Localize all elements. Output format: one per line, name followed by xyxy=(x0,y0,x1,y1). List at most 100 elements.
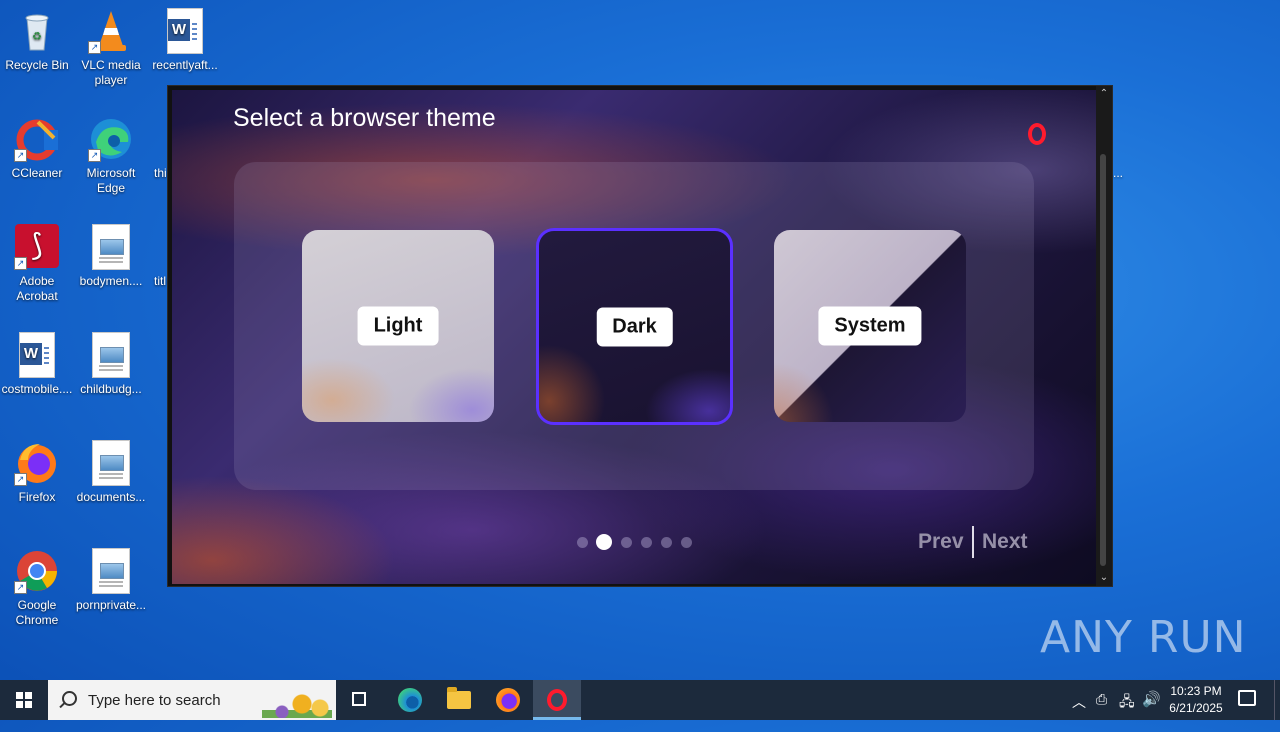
scroll-up-icon[interactable]: ⌃ xyxy=(1098,88,1110,100)
opera-logo-icon xyxy=(1028,123,1046,145)
desktop-icon-google-chrome[interactable]: ↗ Google Chrome xyxy=(1,548,73,628)
theme-option-dark[interactable]: Dark xyxy=(536,228,733,425)
pagination-dot[interactable] xyxy=(641,537,652,548)
taskbar-search-box[interactable]: Type here to search xyxy=(48,680,336,720)
desktop-icon-label: Microsoft Edge xyxy=(86,166,136,195)
desktop-icon-label: Adobe Acrobat xyxy=(16,274,58,303)
desktop-icon-label: documents... xyxy=(76,490,146,504)
windows-logo-icon xyxy=(16,692,32,708)
theme-options-panel: Light Dark System xyxy=(234,162,1034,490)
next-button[interactable]: Next xyxy=(982,530,1028,554)
pagination-dot[interactable] xyxy=(661,537,672,548)
onboarding-content: Select a browser theme Light Dark System… xyxy=(172,90,1097,584)
edge-icon xyxy=(398,688,422,712)
network-icon[interactable]: 🖧 xyxy=(1119,691,1135,731)
task-view-button[interactable] xyxy=(336,680,384,720)
desktop-icon-label: CCleaner xyxy=(11,166,63,180)
taskbar-firefox[interactable] xyxy=(484,680,532,720)
show-hidden-icons-chevron-icon[interactable]: ︿ xyxy=(1072,692,1086,732)
desktop-icon-adobe-acrobat[interactable]: ⟆ ↗ Adobe Acrobat xyxy=(1,224,73,304)
taskbar-edge[interactable] xyxy=(386,680,434,720)
scrollbar-thumb[interactable] xyxy=(1100,154,1106,566)
edge-icon: ↗ xyxy=(88,116,134,162)
desktop-icon-recycle-bin[interactable]: ♻ Recycle Bin xyxy=(1,8,73,73)
desktop-icon-label: pornprivate... xyxy=(75,598,147,612)
desktop-icon-recentlyaft[interactable]: W recentlyaft... xyxy=(149,8,221,73)
vlc-cone-icon: ↗ xyxy=(88,8,134,54)
shortcut-arrow-icon: ↗ xyxy=(88,41,101,54)
image-file-icon xyxy=(88,224,134,270)
theme-option-label: System xyxy=(818,306,922,346)
desktop-icon-ccleaner[interactable]: ↗ CCleaner xyxy=(1,116,73,181)
desktop-icon-label: Firefox xyxy=(18,490,56,504)
image-file-icon xyxy=(88,548,134,594)
taskbar-file-explorer[interactable] xyxy=(435,680,483,720)
desktop-icon-documents[interactable]: documents... xyxy=(75,440,147,505)
pagination-dot[interactable] xyxy=(577,537,588,548)
clock-date: 6/21/2025 xyxy=(1169,701,1223,715)
pagination-dot[interactable] xyxy=(621,537,632,548)
desktop-icon-bodymen[interactable]: bodymen.... xyxy=(75,224,147,289)
word-document-icon: W xyxy=(14,332,60,378)
opera-icon xyxy=(547,689,567,711)
desktop-icon-vlc[interactable]: ↗ VLC media player xyxy=(75,8,147,88)
chrome-icon: ↗ xyxy=(14,548,60,594)
adobe-acrobat-icon: ⟆ ↗ xyxy=(14,224,60,270)
task-view-icon xyxy=(352,692,366,706)
theme-option-system[interactable]: System xyxy=(774,230,966,422)
anyrun-watermark: ANY RUN xyxy=(1040,612,1247,663)
desktop-partial-label: ... xyxy=(1113,166,1124,180)
show-desktop-button[interactable] xyxy=(1274,680,1280,720)
device-icon[interactable]: ⎙ xyxy=(1096,691,1107,731)
desktop-icon-label: bodymen.... xyxy=(79,274,143,288)
desktop-icon-label: VLC media player xyxy=(81,58,141,87)
desktop-icon-costmobile[interactable]: W costmobile.... xyxy=(1,332,73,397)
theme-option-label: Dark xyxy=(596,307,673,346)
image-file-icon xyxy=(88,440,134,486)
desktop-icon-edge[interactable]: ↗ Microsoft Edge xyxy=(75,116,147,196)
desktop-icon-label: Google Chrome xyxy=(15,598,59,627)
desktop-icon-label: Recycle Bin xyxy=(5,58,69,72)
word-document-icon: W xyxy=(162,8,208,54)
taskbar-clock[interactable]: 10:23 PM 6/21/2025 xyxy=(1160,683,1232,717)
desktop-icon-childbudg[interactable]: childbudg... xyxy=(75,332,147,397)
firefox-icon: ↗ xyxy=(14,440,60,486)
shortcut-arrow-icon: ↗ xyxy=(14,149,27,162)
ccleaner-icon: ↗ xyxy=(14,116,60,162)
nav-divider xyxy=(972,526,974,558)
recycle-bin-icon: ♻ xyxy=(14,8,60,54)
desktop-icon-label: costmobile.... xyxy=(1,382,73,396)
prev-button[interactable]: Prev xyxy=(918,530,964,554)
image-file-icon xyxy=(88,332,134,378)
theme-option-label: Light xyxy=(357,306,439,346)
taskbar: Type here to search ︿ ⎙ 🖧 🔊 10:23 PM 6/2… xyxy=(0,680,1280,720)
search-highlight-decoration xyxy=(262,682,332,718)
shortcut-arrow-icon: ↗ xyxy=(88,149,101,162)
vertical-scrollbar[interactable]: ⌃ ⌄ xyxy=(1096,86,1112,586)
desktop-partial-label: titl xyxy=(154,274,166,288)
page-title: Select a browser theme xyxy=(233,104,496,132)
clock-time: 10:23 PM xyxy=(1170,684,1222,698)
notification-center-icon[interactable] xyxy=(1238,690,1256,706)
svg-text:♻: ♻ xyxy=(32,31,42,43)
desktop-icon-firefox[interactable]: ↗ Firefox xyxy=(1,440,73,505)
shortcut-arrow-icon: ↗ xyxy=(14,473,27,486)
start-button[interactable] xyxy=(0,680,48,720)
volume-icon[interactable]: 🔊 xyxy=(1142,690,1161,730)
folder-icon xyxy=(447,687,471,709)
scroll-down-icon[interactable]: ⌄ xyxy=(1098,572,1110,584)
taskbar-opera[interactable] xyxy=(533,680,581,720)
desktop-icon-pornprivate[interactable]: pornprivate... xyxy=(75,548,147,613)
search-icon xyxy=(62,691,77,706)
pagination-dot-active[interactable] xyxy=(596,534,612,550)
opera-setup-window: Select a browser theme Light Dark System… xyxy=(167,85,1113,587)
pagination-dot[interactable] xyxy=(681,537,692,548)
theme-option-light[interactable]: Light xyxy=(302,230,494,422)
desktop-partial-label: thi xyxy=(154,166,167,180)
shortcut-arrow-icon: ↗ xyxy=(14,257,27,270)
desktop-icon-label: childbudg... xyxy=(80,382,142,396)
shortcut-arrow-icon: ↗ xyxy=(14,581,27,594)
search-placeholder: Type here to search xyxy=(88,692,221,709)
firefox-icon xyxy=(496,688,520,712)
desktop-icon-label: recentlyaft... xyxy=(152,58,218,72)
